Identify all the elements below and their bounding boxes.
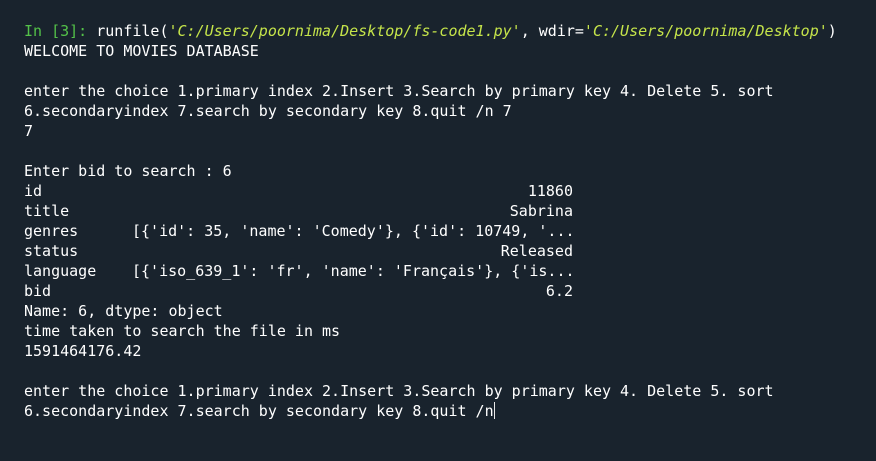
record-key: genres <box>24 222 79 240</box>
input-prompt-line: In [3]: runfile('C:/Users/poornima/Deskt… <box>24 21 837 41</box>
record-row-bid: bid 6.2 <box>24 281 573 301</box>
record-key: bid <box>24 282 52 300</box>
prompt-number: 3 <box>60 22 70 40</box>
welcome-text: WELCOME TO MOVIES DATABASE <box>24 42 259 60</box>
prompt-label: In [ <box>24 22 61 40</box>
time-label: time taken to search the file in ms <box>24 322 341 340</box>
text-cursor <box>493 402 495 419</box>
menu-line-1: enter the choice 1.primary index 2.Inser… <box>24 82 774 100</box>
runfile-close-paren: ) <box>827 22 837 40</box>
menu-line-3: enter the choice 1.primary index 2.Inser… <box>24 382 774 400</box>
prompt-close: ]: <box>69 22 88 40</box>
record-row-language: language [{'iso_639_1': 'fr', 'name': 'F… <box>24 261 575 281</box>
wdir-path-arg: 'C:/Users/poornima/Desktop' <box>583 22 828 40</box>
record-value: [{'iso_639_1': 'fr', 'name': 'Français'}… <box>132 262 575 280</box>
record-value: Sabrina <box>509 202 573 220</box>
record-row-status: status Released <box>24 241 573 261</box>
record-value: 11860 <box>527 182 573 200</box>
record-row-title: title Sabrina <box>24 201 573 221</box>
record-key: title <box>24 202 70 220</box>
record-row-id: id 11860 <box>24 181 573 201</box>
menu-line-4: 6.secondaryindex 7.search by secondary k… <box>24 402 494 420</box>
wdir-keyword: , wdir= <box>520 22 584 40</box>
series-footer: Name: 6, dtype: object <box>24 302 223 320</box>
record-value: 6.2 <box>545 282 573 300</box>
runfile-path-arg: 'C:/Users/poornima/Desktop/fs-code1.py' <box>168 22 521 40</box>
record-value: Released <box>500 242 573 260</box>
record-key: id <box>24 182 43 200</box>
choice-echo: 7 <box>24 122 34 140</box>
menu-line-2: 6.secondaryindex 7.search by secondary k… <box>24 102 512 120</box>
time-value: 1591464176.42 <box>24 342 142 360</box>
record-row-genres: genres [{'id': 35, 'name': 'Comedy'}, {'… <box>24 221 575 241</box>
runfile-call: runfile( <box>96 22 169 40</box>
record-value: [{'id': 35, 'name': 'Comedy'}, {'id': 10… <box>132 222 575 240</box>
record-key: language <box>24 262 97 280</box>
ipython-console[interactable]: In [3]: runfile('C:/Users/poornima/Deskt… <box>0 0 876 461</box>
search-prompt: Enter bid to search : 6 <box>24 162 232 180</box>
record-key: status <box>24 242 79 260</box>
console-input-line[interactable]: 6.secondaryindex 7.search by secondary k… <box>24 401 495 421</box>
